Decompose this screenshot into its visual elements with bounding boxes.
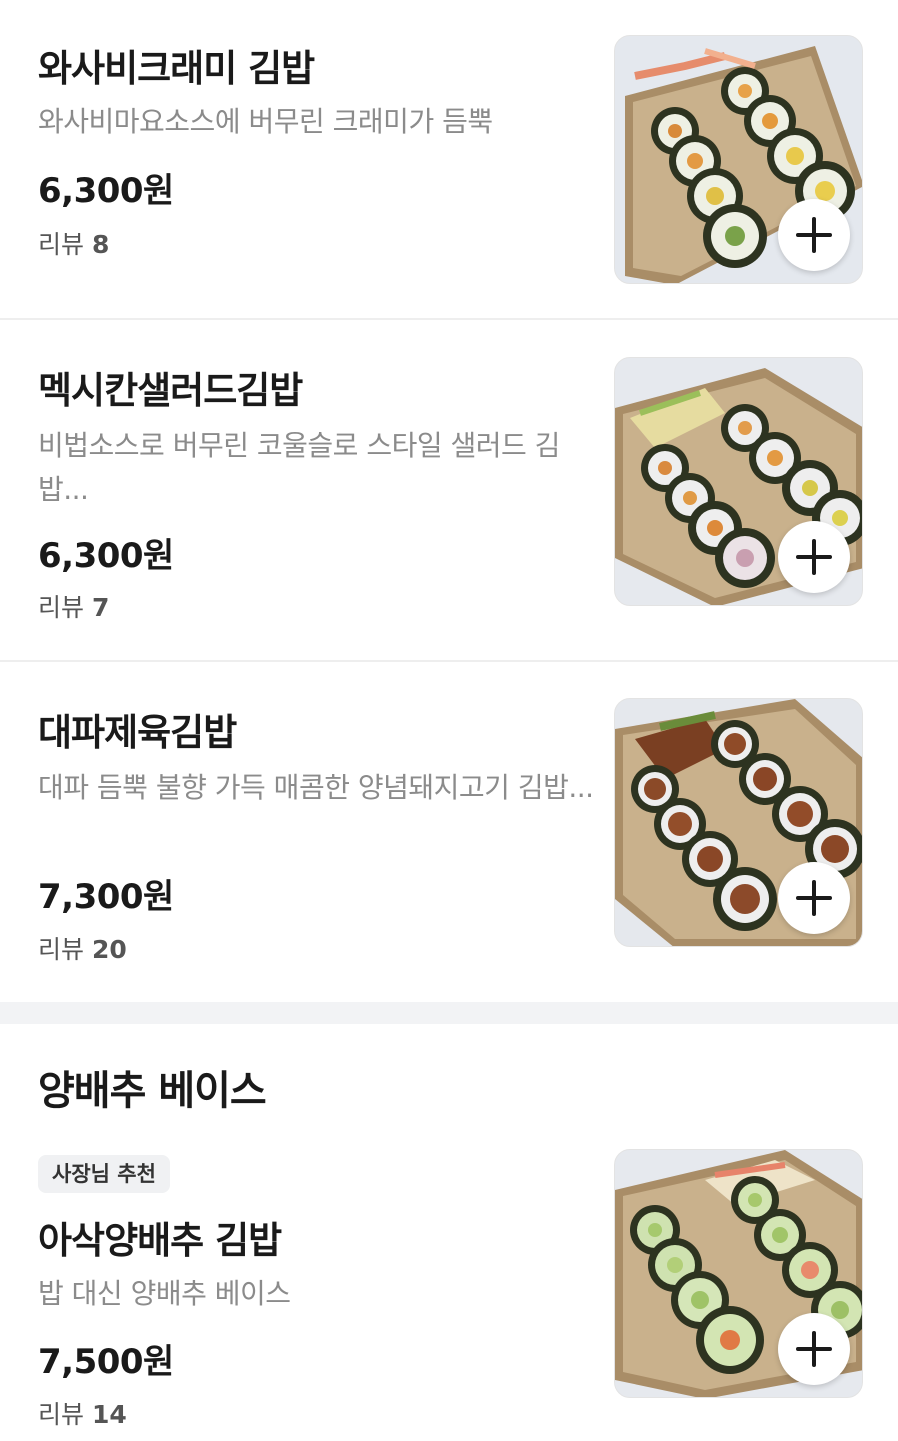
menu-item-photo[interactable]	[614, 1149, 863, 1398]
review-count: 20	[91, 935, 127, 964]
menu-item-photo[interactable]	[614, 357, 863, 606]
menu-item-description: 대파 듬뿍 불향 가득 매콤한 양념돼지고기 김밥...	[38, 771, 594, 804]
review-count: 8	[91, 230, 110, 259]
add-to-cart-button[interactable]	[778, 862, 850, 934]
menu-item-price: 6,300원	[38, 536, 174, 576]
section-divider	[0, 1002, 898, 1024]
menu-list-page: 와사비크래미 김밥 와사비마요소스에 버무린 크래미가 듬뿍 6,300원 리뷰…	[0, 0, 898, 1441]
menu-item-reviews: 리뷰 20	[38, 930, 127, 966]
review-label: 리뷰	[38, 1400, 85, 1429]
review-count: 14	[91, 1400, 127, 1429]
review-label: 리뷰	[38, 593, 85, 622]
review-count: 7	[91, 593, 110, 622]
menu-item-description: 밥 대신 양배추 베이스	[38, 1277, 291, 1310]
menu-item-photo[interactable]	[614, 698, 863, 947]
menu-item-crunchy-cabbage[interactable]: 아삭양배추 김밥 밥 대신 양배추 베이스 7,500원 리뷰 14	[0, 1130, 898, 1441]
menu-item-price: 7,300원	[38, 877, 174, 917]
menu-item-price: 7,500원	[38, 1342, 174, 1382]
menu-item-description: 와사비마요소스에 버무린 크래미가 듬뿍	[38, 105, 493, 138]
add-to-cart-button[interactable]	[778, 1313, 850, 1385]
menu-item-wasabi-crab[interactable]: 와사비크래미 김밥 와사비마요소스에 버무린 크래미가 듬뿍 6,300원 리뷰…	[0, 0, 898, 320]
section-title: 양배추 베이스	[38, 1068, 267, 1114]
menu-item-mexican-salad[interactable]: 멕시칸샐러드김밥 비법소스로 버무린 코울슬로 스타일 샐러드 김밥... 6,…	[0, 320, 898, 662]
menu-item-reviews: 리뷰 8	[38, 225, 109, 261]
menu-item-description: 비법소스로 버무린 코울슬로 스타일 샐러드 김밥...	[38, 429, 560, 506]
menu-item-reviews: 리뷰 14	[38, 1395, 127, 1431]
add-to-cart-button[interactable]	[778, 199, 850, 271]
menu-item-green-onion-pork[interactable]: 대파제육김밥 대파 듬뿍 불향 가득 매콤한 양념돼지고기 김밥... 7,30…	[0, 662, 898, 1002]
menu-item-photo[interactable]	[614, 35, 863, 284]
menu-item-name: 멕시칸샐러드김밥	[38, 369, 303, 412]
menu-item-reviews: 리뷰 7	[38, 588, 109, 624]
add-to-cart-button[interactable]	[778, 521, 850, 593]
review-label: 리뷰	[38, 935, 85, 964]
menu-item-name: 대파제육김밥	[38, 711, 237, 754]
menu-item-name: 아삭양배추 김밥	[38, 1219, 282, 1262]
menu-item-name: 와사비크래미 김밥	[38, 47, 315, 90]
menu-item-price: 6,300원	[38, 171, 174, 211]
review-label: 리뷰	[38, 230, 85, 259]
